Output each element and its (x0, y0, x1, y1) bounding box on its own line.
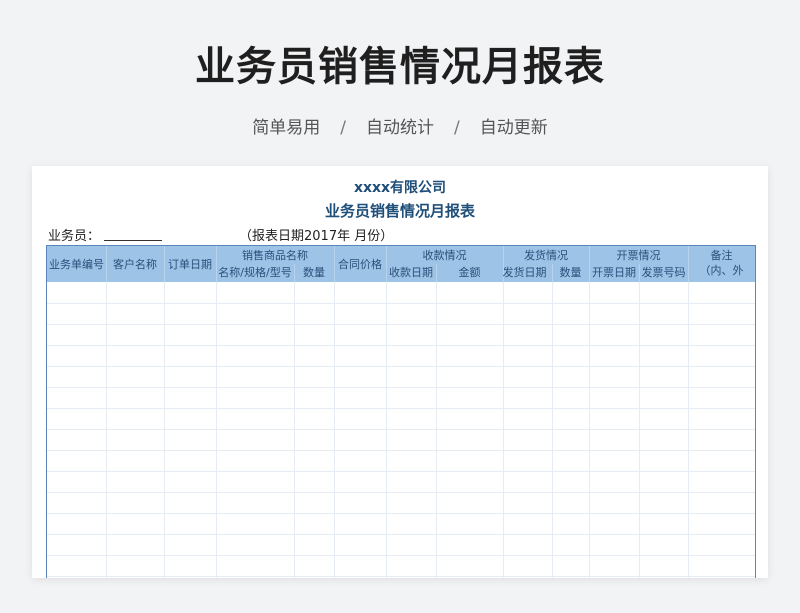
col-goods-qty: 数量 (303, 266, 325, 279)
report-table: 业务单编号 客户名称 订单日期 销售商品名称 名称/规格/型号 数量 合同价格 … (46, 245, 756, 578)
col-customer: 客户名称 (113, 258, 157, 271)
col-ship-group: 发货情况 (524, 249, 568, 262)
feature-auto-update: 自动更新 (479, 118, 548, 138)
company-name: xxxx有限公司 (353, 180, 447, 196)
feature-separator: / (340, 118, 346, 138)
col-receipt-date: 收款日期 (389, 266, 433, 279)
table-row (47, 345, 755, 346)
col-remark: 备注 (710, 249, 733, 262)
table-row (47, 303, 755, 304)
feature-auto-stats: 自动统计 (366, 118, 434, 138)
col-remark-sub: （内、外 (699, 264, 744, 277)
table-row (47, 324, 755, 325)
col-goods-group: 销售商品名称 (242, 249, 308, 262)
col-ship-qty: 数量 (559, 266, 582, 279)
col-invoice-no: 发票号码 (641, 266, 686, 279)
col-contract-price: 合同价格 (338, 258, 382, 271)
feature-separator: / (454, 118, 460, 138)
salesman-field[interactable] (104, 240, 162, 241)
table-row (47, 408, 755, 409)
table-row (47, 555, 755, 556)
table-row (47, 387, 755, 388)
col-order-no: 业务单编号 (49, 258, 104, 271)
table-row (47, 429, 755, 430)
table-row (47, 471, 755, 472)
table-row (47, 534, 755, 535)
report-meta: 业务员： （报表日期2017年 月份） (32, 224, 768, 244)
spreadsheet-preview: xxxx有限公司 业务员销售情况月报表 业务员： （报表日期2017年 月份） … (32, 166, 768, 578)
hero-title: 业务员销售情况月报表 (195, 44, 605, 90)
table-row (47, 450, 755, 451)
col-invoice-date: 开票日期 (592, 266, 636, 279)
table-row (47, 576, 755, 577)
col-goods-spec: 名称/规格/型号 (218, 266, 292, 279)
table-row (47, 366, 755, 367)
col-order-date: 订单日期 (168, 258, 212, 271)
col-receipt-amount: 金额 (458, 266, 481, 279)
report-title: 业务员销售情况月报表 (324, 202, 475, 220)
feature-easy: 简单易用 (252, 118, 321, 138)
table-header: 业务单编号 客户名称 订单日期 销售商品名称 名称/规格/型号 数量 合同价格 … (47, 246, 755, 282)
col-receipt-group: 收款情况 (422, 249, 467, 262)
col-ship-date: 发货日期 (502, 266, 547, 279)
col-invoice-group: 开票情况 (616, 249, 661, 262)
salesman-label: 业务员： (48, 229, 101, 244)
report-date: （报表日期2017年 月份） (239, 229, 394, 244)
hero-features: 简单易用 / 自动统计 / 自动更新 (0, 113, 800, 138)
table-row (47, 513, 755, 514)
table-row (47, 492, 755, 493)
